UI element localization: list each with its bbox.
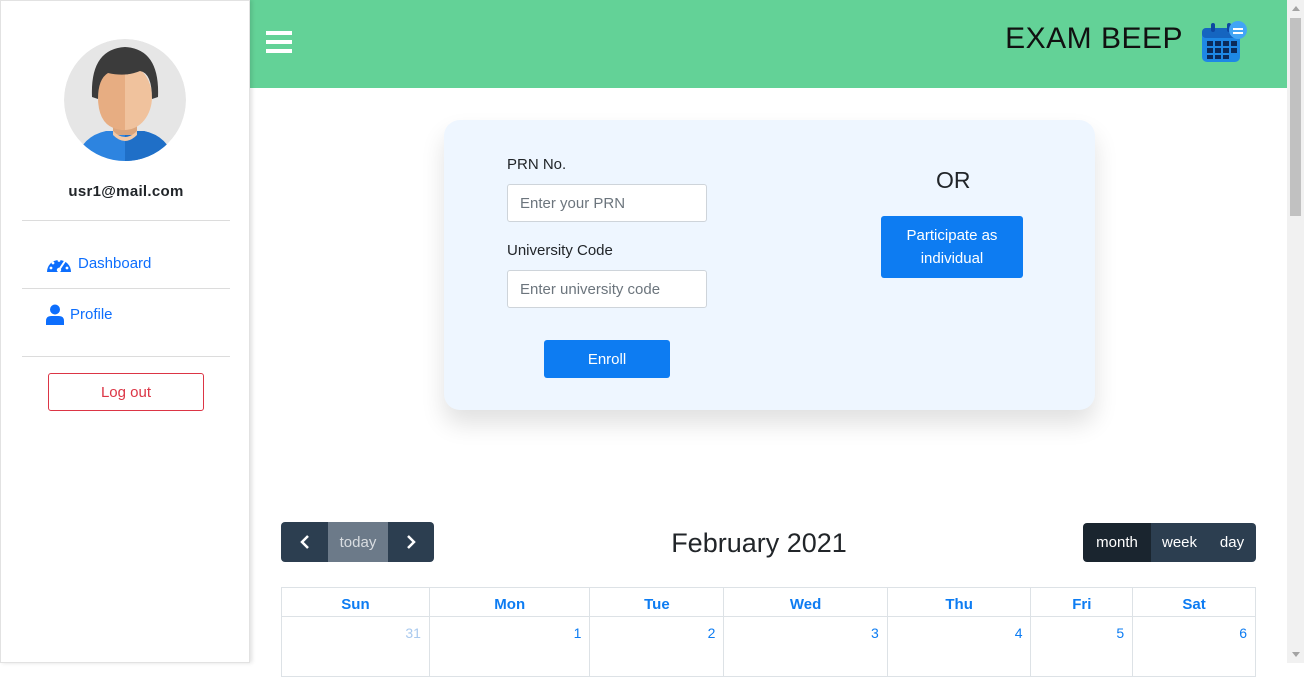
or-text: OR bbox=[936, 167, 971, 193]
nav-item-profile-label: Profile bbox=[70, 306, 113, 323]
calendar-grid: Sun Mon Tue Wed Thu Fri Sat 31 1 2 3 4 5… bbox=[281, 587, 1256, 677]
calendar-week-row: 31 1 2 3 4 5 6 bbox=[281, 616, 1256, 677]
university-code-label: University Code bbox=[507, 242, 613, 259]
weekday-header: Fri bbox=[1030, 587, 1134, 617]
calendar-view-group: month week day bbox=[1083, 523, 1256, 562]
user-email: usr1@mail.com bbox=[68, 183, 184, 200]
nav-item-dashboard[interactable]: Dashboard bbox=[46, 253, 151, 273]
weekday-header: Tue bbox=[589, 587, 725, 617]
calendar-icon bbox=[1199, 18, 1247, 66]
top-header: EXAM BEEP bbox=[250, 0, 1287, 88]
view-week-button[interactable]: week bbox=[1151, 523, 1208, 562]
page-scrollbar[interactable] bbox=[1287, 0, 1304, 663]
university-code-input[interactable] bbox=[507, 270, 707, 308]
dashboard-gauge-icon bbox=[46, 253, 72, 273]
divider bbox=[22, 356, 230, 357]
weekday-header: Thu bbox=[886, 587, 1032, 617]
user-avatar bbox=[64, 39, 186, 161]
user-icon bbox=[46, 304, 64, 325]
hamburger-menu-icon[interactable] bbox=[266, 31, 292, 53]
weekday-header: Sun bbox=[281, 587, 430, 617]
calendar-day-cell[interactable]: 3 bbox=[723, 616, 888, 677]
divider bbox=[22, 288, 230, 289]
prn-label: PRN No. bbox=[507, 156, 567, 173]
view-day-button[interactable]: day bbox=[1208, 523, 1256, 562]
weekday-header: Mon bbox=[428, 587, 591, 617]
calendar-day-cell[interactable]: 2 bbox=[589, 616, 725, 677]
scrollbar-thumb[interactable] bbox=[1290, 18, 1301, 216]
weekday-header: Sat bbox=[1132, 587, 1256, 617]
nav-item-profile[interactable]: Profile bbox=[46, 304, 113, 325]
nav-item-dashboard-label: Dashboard bbox=[78, 254, 152, 272]
calendar-day-cell[interactable]: 1 bbox=[428, 616, 591, 677]
calendar-day-cell[interactable]: 31 bbox=[281, 616, 430, 677]
scroll-up-arrow-icon[interactable] bbox=[1287, 0, 1304, 17]
calendar-day-cell[interactable]: 6 bbox=[1132, 616, 1256, 677]
divider bbox=[22, 220, 230, 221]
enroll-button[interactable]: Enroll bbox=[544, 340, 670, 378]
scroll-down-arrow-icon[interactable] bbox=[1287, 646, 1304, 663]
view-month-button[interactable]: month bbox=[1083, 523, 1151, 562]
prn-input[interactable] bbox=[507, 184, 707, 222]
brand-title: EXAM BEEP bbox=[1005, 22, 1183, 55]
weekday-header: Wed bbox=[723, 587, 888, 617]
calendar-day-cell[interactable]: 4 bbox=[886, 616, 1032, 677]
weekday-header-row: Sun Mon Tue Wed Thu Fri Sat bbox=[281, 587, 1256, 617]
sidebar: usr1@mail.com Dashboard Profile Log out bbox=[0, 0, 250, 663]
participate-individual-button[interactable]: Participate as individual bbox=[881, 216, 1023, 278]
calendar-day-cell[interactable]: 5 bbox=[1030, 616, 1134, 677]
logout-button[interactable]: Log out bbox=[48, 373, 204, 411]
